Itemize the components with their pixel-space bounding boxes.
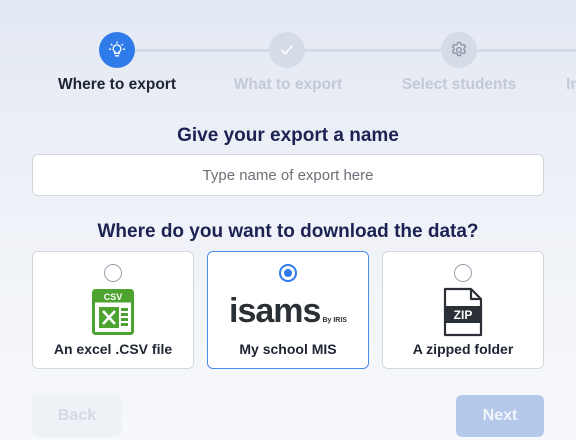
- stepper-connector: [477, 49, 576, 52]
- export-name-heading: Give your export a name: [177, 125, 399, 146]
- csv-file-icon: CSV: [33, 289, 193, 335]
- step-label-next-step: In: [566, 76, 576, 93]
- export-name-input[interactable]: [32, 154, 544, 196]
- option-csv-file[interactable]: CSV An excel .CSV file: [32, 251, 194, 369]
- zip-option-label: A zipped folder: [412, 341, 514, 357]
- isams-logo-wordmark: isams: [229, 292, 321, 330]
- zip-file-icon: ZIP: [383, 287, 543, 337]
- mis-option-label: My school MIS: [239, 341, 337, 357]
- svg-text:ZIP: ZIP: [454, 308, 473, 322]
- back-button[interactable]: Back: [32, 395, 122, 437]
- zip-radio[interactable]: [454, 264, 472, 282]
- stepper-connector: [135, 49, 269, 52]
- next-button[interactable]: Next: [456, 395, 544, 437]
- option-zipped-folder[interactable]: ZIP A zipped folder: [382, 251, 544, 369]
- download-destination-heading: Where do you want to download the data?: [97, 221, 479, 242]
- isams-logo: isams By IRIS: [208, 294, 368, 328]
- csv-radio[interactable]: [104, 264, 122, 282]
- step-1-where-to-export[interactable]: [99, 32, 135, 68]
- lightbulb-icon: [108, 41, 126, 57]
- csv-option-label: An excel .CSV file: [53, 341, 173, 357]
- step-2-what-to-export[interactable]: [269, 32, 305, 68]
- step-label-what-to-export: What to export: [233, 76, 343, 93]
- stepper-connector: [305, 49, 441, 52]
- option-school-mis[interactable]: isams By IRIS My school MIS: [207, 251, 369, 369]
- check-icon: [281, 45, 293, 55]
- gear-icon: [451, 41, 467, 57]
- mis-radio[interactable]: [279, 264, 297, 282]
- isams-logo-byline: By IRIS: [322, 317, 347, 324]
- step-3-select-students[interactable]: [441, 32, 477, 68]
- step-label-select-students: Select students: [401, 76, 517, 93]
- svg-text:CSV: CSV: [104, 292, 123, 302]
- export-stepper: Where to export What to export Select st…: [0, 0, 576, 110]
- step-label-where-to-export: Where to export: [58, 76, 176, 93]
